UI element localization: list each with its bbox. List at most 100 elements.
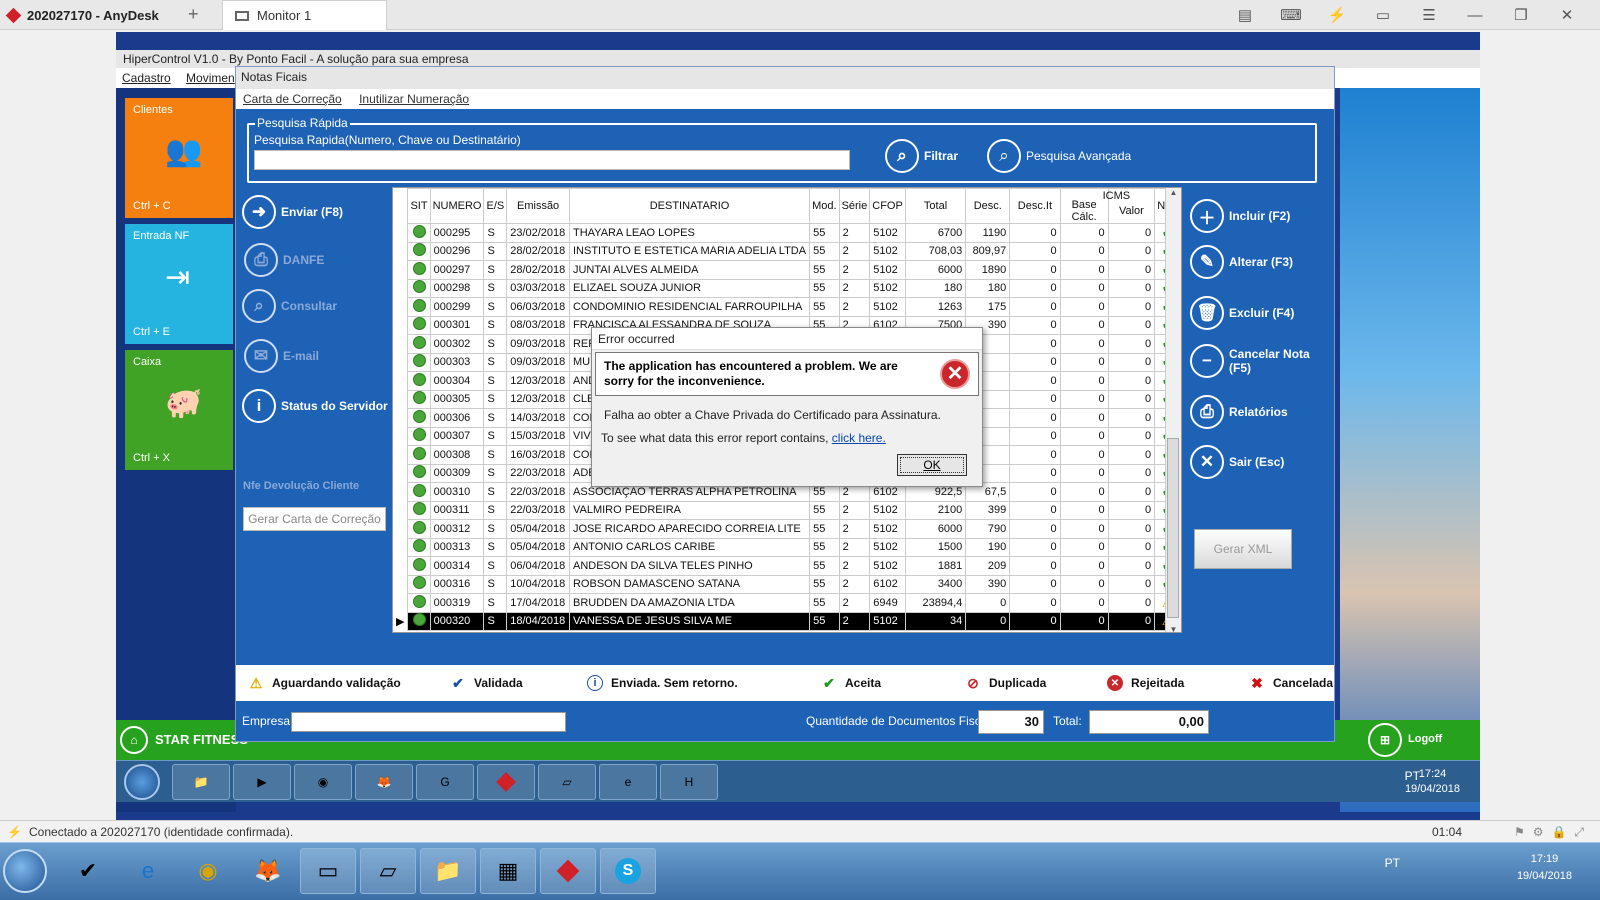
empresa-field[interactable]	[291, 712, 566, 732]
row-indicator	[393, 297, 408, 316]
anydesk-icon[interactable]	[540, 848, 596, 894]
col-serie[interactable]: Série	[838, 188, 871, 224]
col-destinatario[interactable]: DESTINATARIO	[568, 188, 811, 224]
grid-scrollbar[interactable]: ▲ ▼	[1165, 188, 1181, 632]
notepad-icon[interactable]: ▱	[538, 764, 596, 800]
click-here-link[interactable]: click here.	[832, 431, 886, 445]
ie-icon[interactable]: e	[120, 848, 176, 894]
table-row[interactable]: 000296 S 28/02/2018 INSTITUTO E ESTETICA MA…	[393, 241, 1181, 261]
start-button[interactable]	[3, 849, 47, 893]
nfe-devolucao-link[interactable]: Nfe Devolução Cliente	[243, 480, 359, 492]
status-legend: ⚠ Aguardando validação ✔ Validada i Enviada…	[236, 665, 1334, 701]
ie-icon[interactable]: e	[599, 764, 657, 800]
tile-caixa[interactable]: Caixa 🐖 Ctrl + X	[125, 350, 233, 470]
email-button[interactable]: ✉ E-mail	[244, 339, 319, 373]
status-ok-icon	[412, 539, 426, 553]
col-emissao[interactable]: Emissão	[506, 188, 570, 224]
sticky-notes-icon[interactable]: ▭	[300, 848, 356, 894]
remote-start-button[interactable]	[124, 764, 160, 800]
table-row[interactable]: ▶ 000320 S 18/04/2018 VANESSA DE JESUS SILVA…	[393, 611, 1181, 631]
keyboard-icon[interactable]: ⌨	[1268, 6, 1314, 24]
cell-es: S	[483, 445, 508, 465]
status-servidor-button[interactable]: i Status do Servidor	[242, 389, 388, 423]
table-row[interactable]: 000299 S 06/03/2018 CONDOMINIO RESIDENCIAL …	[393, 297, 1181, 317]
minimize-icon[interactable]: —	[1452, 7, 1498, 24]
table-row[interactable]: 000295 S 23/02/2018 THAYARA LEAO LOPES 55 2 51…	[393, 223, 1181, 243]
explorer-icon[interactable]: 📁	[420, 848, 476, 894]
scroll-up-icon[interactable]: ▲	[1166, 188, 1181, 197]
maximize-icon[interactable]: ❐	[1498, 6, 1544, 24]
gerar-carta-button[interactable]: Gerar Carta de Correção	[243, 507, 386, 531]
col-sit[interactable]: SIT	[407, 188, 431, 224]
rdp-icon[interactable]: ▦	[480, 848, 536, 894]
ok-button[interactable]: OK	[897, 454, 967, 476]
table-row[interactable]: 000313 S 05/04/2018 ANTONIO CARLOS CARIBE 55…	[393, 537, 1181, 557]
explorer-icon[interactable]: 📁	[172, 764, 230, 800]
excluir-button[interactable]: 🗑 Excluir (F4)	[1190, 296, 1294, 330]
app-icon[interactable]: ✔	[60, 848, 116, 894]
cell-valor: 0	[1107, 223, 1156, 243]
table-row[interactable]: 000314 S 06/04/2018 ANDESON DA SILVA TELES …	[393, 556, 1181, 576]
new-tab-button[interactable]: +	[188, 4, 199, 25]
col-base-calc[interactable]: ICMS Base Cálc.	[1059, 188, 1130, 224]
firefox-icon[interactable]: 🦊	[240, 848, 296, 894]
table-row[interactable]: 000297 S 28/02/2018 JUNTAI ALVES ALMEIDA 55 2…	[393, 260, 1181, 280]
g-app-icon[interactable]: G	[416, 764, 474, 800]
display-icon[interactable]: ▭	[1360, 6, 1406, 24]
menu-cadastro[interactable]: Cadastro	[122, 71, 171, 85]
danfe-button[interactable]: ⎙ DANFE	[244, 243, 324, 277]
chat-icon[interactable]: ▤	[1222, 6, 1268, 24]
skype-icon[interactable]: S	[600, 848, 656, 894]
notepad-icon[interactable]: ▱	[360, 848, 416, 894]
consultar-button[interactable]: ⌕ Consultar	[242, 289, 337, 323]
col-desc[interactable]: Desc.	[965, 188, 1011, 224]
table-row[interactable]: 000311 S 22/03/2018 VALMIRO PEDREIRA 55 2 5102…	[393, 500, 1181, 520]
table-row[interactable]: 000316 S 10/04/2018 ROBSON DAMASCENO SATANA…	[393, 574, 1181, 594]
hiper-icon[interactable]: H	[660, 764, 718, 800]
firefox-icon[interactable]: 🦊	[355, 764, 413, 800]
table-row[interactable]: 000319 S 17/04/2018 BRUDDEN DA AMAZONIA LTD…	[393, 593, 1181, 613]
anydesk-session-tab[interactable]: 202027170 - AnyDesk	[0, 0, 185, 30]
cell-total: 23894,4	[904, 593, 967, 613]
gerar-xml-button[interactable]: Gerar XML	[1194, 529, 1292, 569]
table-row[interactable]: 000298 S 03/03/2018 ELIZAEL SOUZA JUNIOR 55 2…	[393, 278, 1181, 298]
col-descit[interactable]: Desc.It	[1009, 188, 1061, 224]
quick-search-input[interactable]	[254, 150, 850, 170]
scroll-down-icon[interactable]: ▼	[1166, 625, 1181, 632]
remote-desktop: HiperControl V1.0 - By Ponto Facil - A s…	[116, 32, 1480, 820]
col-cfop[interactable]: CFOP	[869, 188, 906, 224]
filter-button[interactable]: ⌕ Filtrar	[885, 139, 958, 173]
table-row[interactable]: 000312 S 05/04/2018 JOSE RICARDO APARECIDO …	[393, 519, 1181, 539]
tile-entrada-nf[interactable]: Entrada NF ⇥ Ctrl + E	[125, 224, 233, 344]
cancelar-nota-button[interactable]: − Cancelar Nota (F5)	[1190, 344, 1310, 378]
actions-icon[interactable]: ⚡	[1314, 6, 1360, 24]
menu-movimento[interactable]: Movimen	[186, 71, 235, 85]
chrome-icon[interactable]: ◉	[294, 764, 352, 800]
col-total[interactable]: Total	[904, 188, 967, 224]
anydesk-icon[interactable]	[477, 764, 535, 800]
relatorios-button[interactable]: ⎙ Relatórios	[1190, 395, 1288, 429]
scrollbar-thumb[interactable]	[1167, 438, 1179, 618]
cell-desc: 809,97	[965, 241, 1011, 261]
monitor-tab[interactable]: Monitor 1	[222, 0, 387, 30]
menu-carta-correcao[interactable]: Carta de Correção	[243, 92, 342, 106]
enviar-button[interactable]: ➜ Enviar (F8)	[242, 195, 343, 229]
col-mod[interactable]: Mod.	[809, 188, 840, 224]
excluir-label: Excluir (F4)	[1229, 306, 1295, 320]
menu-inutilizar[interactable]: Inutilizar Numeração	[359, 92, 469, 106]
alterar-button[interactable]: ✎ Alterar (F3)	[1190, 245, 1293, 279]
sair-button[interactable]: ✕ Sair (Esc)	[1190, 445, 1284, 479]
tile-clientes[interactable]: Clientes 👥 Ctrl + C	[125, 98, 233, 218]
col-es[interactable]: E/S	[483, 188, 508, 224]
chrome-icon[interactable]: ◉	[180, 848, 236, 894]
incluir-button[interactable]: ＋ Incluir (F2)	[1190, 199, 1290, 233]
close-icon[interactable]: ✕	[1544, 6, 1590, 24]
cell-dest: JOSE RICARDO APARECIDO CORREIA LITE	[568, 519, 811, 539]
status-ok-icon	[412, 409, 426, 423]
col-numero[interactable]: NUMERO	[429, 188, 485, 224]
cell-descit: 0	[1009, 482, 1061, 502]
media-player-icon[interactable]: ▶	[233, 764, 291, 800]
advanced-search-button[interactable]: ⌕ Pesquisa Avançada	[987, 139, 1131, 173]
menu-icon[interactable]: ☰	[1406, 6, 1452, 24]
logoff-button[interactable]: Logoff	[1408, 733, 1442, 745]
